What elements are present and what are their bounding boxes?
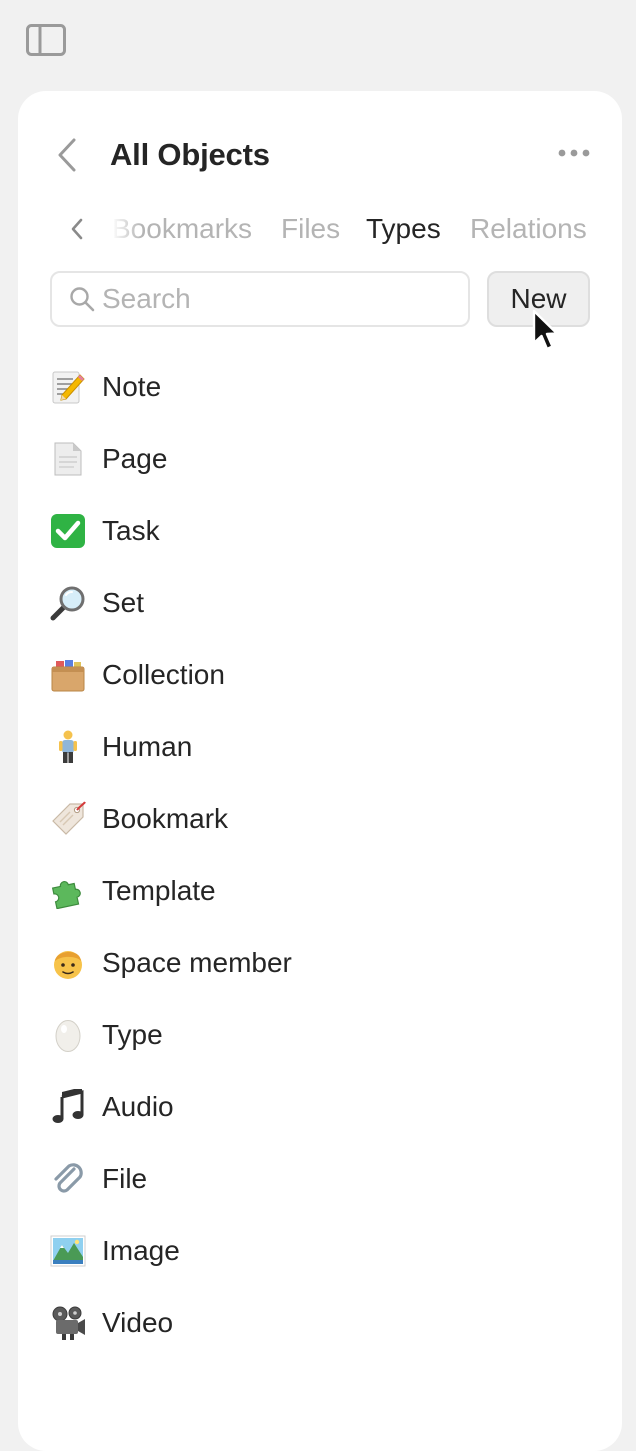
type-item-space-member[interactable]: Space member <box>18 927 622 999</box>
type-label: Type <box>102 1019 163 1050</box>
type-label: Image <box>102 1235 180 1266</box>
type-item-task[interactable]: Task <box>18 495 622 567</box>
type-label: File <box>102 1163 148 1194</box>
type-item-human[interactable]: Human <box>18 711 622 783</box>
type-label: Template <box>102 875 216 906</box>
type-item-note[interactable]: Note <box>18 351 622 423</box>
film-projector-icon <box>50 1305 86 1341</box>
type-label: Page <box>102 443 168 474</box>
page-title: All Objects <box>110 137 270 172</box>
type-item-collection[interactable]: Collection <box>18 639 622 711</box>
chevron-left-icon <box>71 218 83 240</box>
tab-bookmarks[interactable]: Bookmarks <box>112 211 252 247</box>
search-input[interactable] <box>102 283 442 315</box>
type-item-set[interactable]: Set <box>18 567 622 639</box>
type-label: Set <box>102 587 145 618</box>
egg-icon <box>50 1017 86 1053</box>
more-dots-icon <box>558 149 590 157</box>
object-tabs: Bookmarks Files Types Relations <box>18 205 622 253</box>
sidebar-toggle-button[interactable] <box>26 24 66 56</box>
type-item-bookmark[interactable]: Bookmark <box>18 783 622 855</box>
tab-strip: Bookmarks Files Types Relations <box>108 205 600 253</box>
search-icon <box>68 285 96 313</box>
type-item-audio[interactable]: Audio <box>18 1071 622 1143</box>
type-label: Note <box>102 371 162 402</box>
more-options-button[interactable] <box>554 141 594 165</box>
magnifier-icon <box>50 585 86 621</box>
checkmark-box-icon <box>50 513 86 549</box>
memo-icon <box>50 369 86 405</box>
person-icon <box>50 729 86 765</box>
tab-types[interactable]: Types <box>366 211 441 247</box>
type-label: Space member <box>102 947 292 978</box>
type-label: Human <box>102 731 193 762</box>
type-label: Collection <box>102 659 225 690</box>
type-label: Bookmark <box>102 803 229 834</box>
mouse-pointer-icon <box>532 309 559 351</box>
panel-header: All Objects <box>18 91 622 219</box>
tag-icon <box>50 801 86 837</box>
type-item-template[interactable]: Template <box>18 855 622 927</box>
musical-note-icon <box>50 1089 86 1125</box>
person-face-icon <box>50 945 86 981</box>
tab-files[interactable]: Files <box>281 211 340 247</box>
type-label: Video <box>102 1307 174 1338</box>
search-box[interactable] <box>50 271 470 327</box>
landscape-picture-icon <box>50 1233 86 1269</box>
chevron-left-icon <box>58 138 76 172</box>
tabs-scroll-left-button[interactable] <box>64 215 90 243</box>
type-item-image[interactable]: Image <box>18 1215 622 1287</box>
sidebar-icon <box>26 24 66 56</box>
type-item-file[interactable]: File <box>18 1143 622 1215</box>
type-item-type[interactable]: Type <box>18 999 622 1071</box>
type-list: Note Page Task Set Collection Human Book… <box>18 351 622 1359</box>
puzzle-piece-icon <box>50 873 86 909</box>
back-button[interactable] <box>52 135 82 175</box>
type-label: Audio <box>102 1091 174 1122</box>
type-label: Task <box>102 515 160 546</box>
type-item-video[interactable]: Video <box>18 1287 622 1359</box>
page-icon <box>50 441 86 477</box>
all-objects-panel: All Objects Bookmarks Files Types Relati… <box>18 91 622 1451</box>
paperclip-icon <box>50 1161 86 1197</box>
card-file-box-icon <box>50 657 86 693</box>
tab-relations[interactable]: Relations <box>470 211 587 247</box>
type-item-page[interactable]: Page <box>18 423 622 495</box>
